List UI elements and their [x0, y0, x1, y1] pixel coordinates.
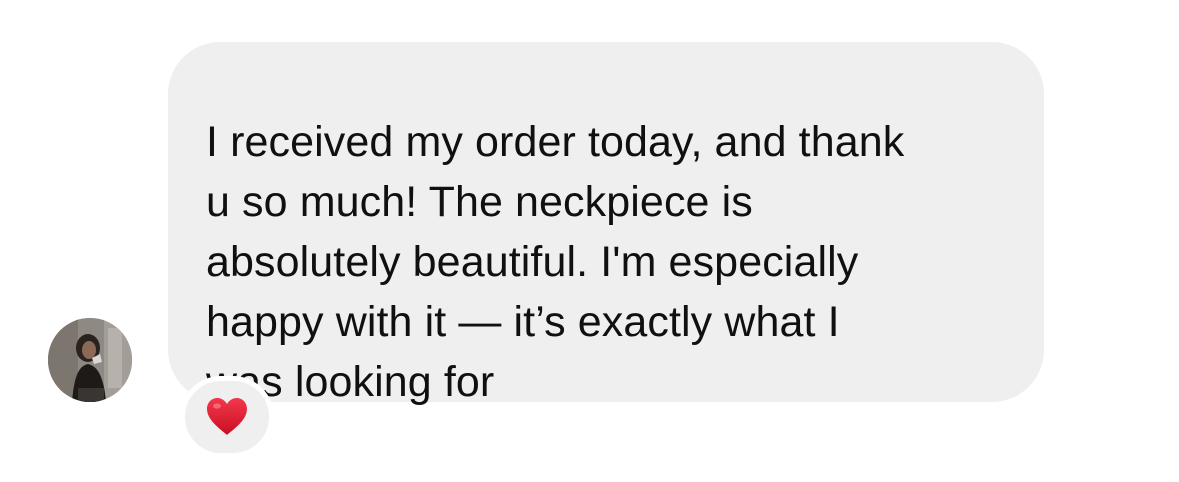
reaction-badge[interactable] — [180, 376, 274, 458]
profile-photo-icon — [48, 318, 132, 402]
chat-thread: I received my order today, and thank u s… — [0, 0, 1179, 482]
message-text: I received my order today, and thank u s… — [206, 118, 905, 406]
red-heart-icon — [207, 398, 247, 435]
sender-avatar[interactable] — [48, 318, 132, 402]
message-bubble[interactable]: I received my order today, and thank u s… — [168, 42, 1044, 406]
